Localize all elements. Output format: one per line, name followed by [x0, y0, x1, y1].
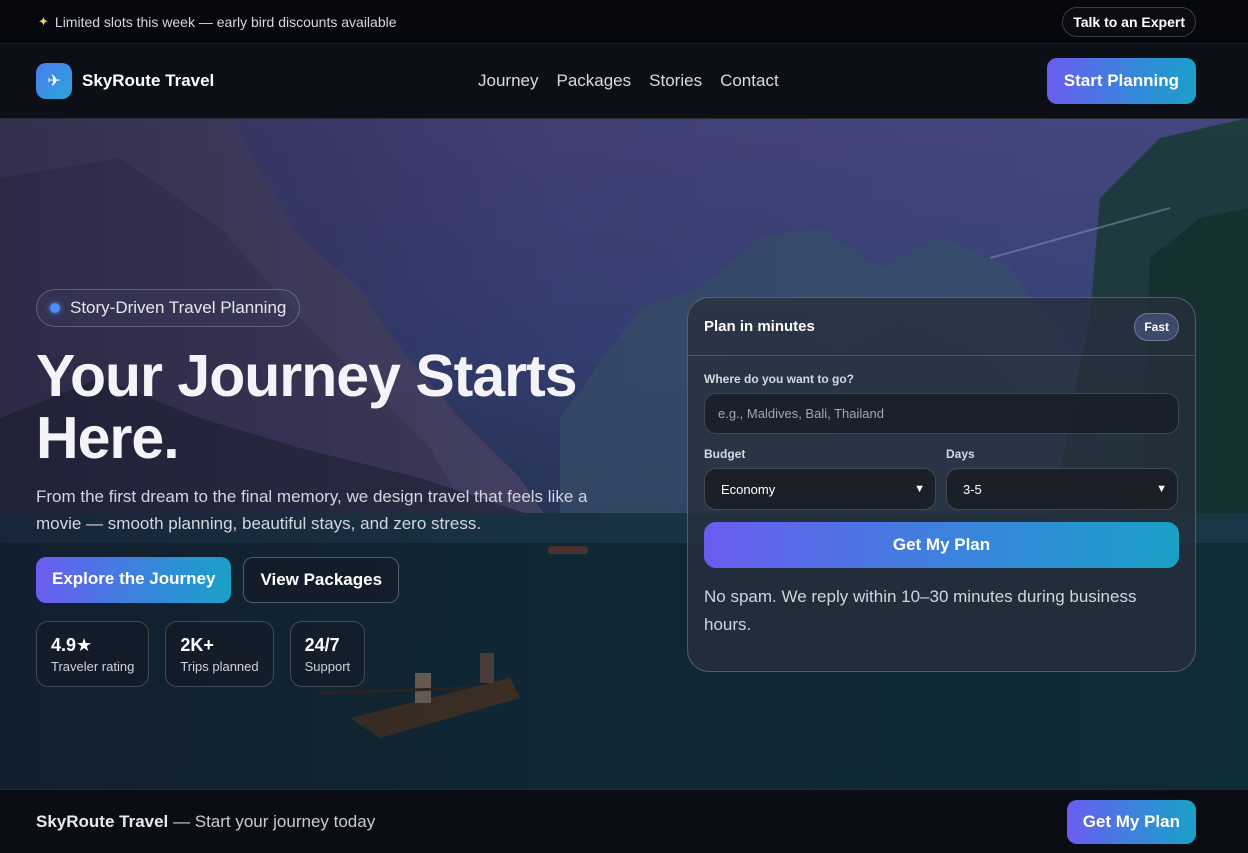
talk-to-expert-button[interactable]: Talk to an Expert [1062, 6, 1196, 37]
destination-input[interactable] [704, 393, 1179, 434]
get-my-plan-button[interactable]: Get My Plan [704, 522, 1179, 568]
stat-value: 24/7 [304, 635, 340, 655]
plan-card-header: Plan in minutes Fast [688, 298, 1195, 356]
budget-selected-value: Economy [721, 481, 776, 497]
stat-label: Support [304, 659, 351, 674]
hero-tag-text: Story-Driven Travel Planning [70, 298, 287, 317]
hero-headline: Your Journey Starts Here. [36, 343, 578, 471]
chevron-down-icon: ▼ [1156, 483, 1167, 495]
start-planning-button[interactable]: Start Planning [1046, 58, 1196, 104]
days-selected-value: 3-5 [963, 481, 982, 497]
hero-content: Story-Driven Travel Planning Your Journe… [36, 289, 636, 687]
stat-value: 2K+ [180, 635, 214, 655]
chevron-down-icon: ▼ [914, 483, 925, 495]
budget-select[interactable]: Economy ▼ [704, 468, 936, 510]
brand-logo-link[interactable]: ✈ SkyRoute Travel [36, 63, 214, 99]
days-column: Days 3-5 ▼ [946, 447, 1178, 510]
announcement-text: Limited slots this week — early bird dis… [54, 13, 397, 30]
stat-card-support: 24/7 Support [289, 621, 366, 687]
announcement-message: ✦ Limited slots this week — early bird d… [38, 14, 397, 30]
stat-value: 4.9★ [51, 635, 93, 655]
nav-link-contact[interactable]: Contact [720, 71, 779, 91]
airplane-icon: ✈ [36, 63, 72, 99]
hero-stats: 4.9★ Traveler rating 2K+ Trips planned 2… [36, 621, 636, 687]
nav-link-packages[interactable]: Packages [556, 71, 631, 91]
main-navigation: ✈ SkyRoute Travel Journey Packages Stori… [0, 44, 1248, 119]
stat-card-rating: 4.9★ Traveler rating [36, 621, 150, 687]
brand-name: SkyRoute Travel [82, 71, 215, 90]
hero-cta-row: Explore the Journey View Packages [36, 557, 636, 603]
nav-link-stories[interactable]: Stories [649, 71, 702, 91]
bottom-bar-text: SkyRoute Travel — Start your journey tod… [36, 812, 375, 832]
budget-column: Budget Economy ▼ [704, 447, 936, 510]
bottom-bar-tagline: — Start your journey today [168, 811, 376, 831]
bottom-get-my-plan-button[interactable]: Get My Plan [1066, 799, 1196, 844]
bottom-bar-brand: SkyRoute Travel [36, 811, 169, 831]
bottom-sticky-bar: SkyRoute Travel — Start your journey tod… [0, 789, 1248, 853]
sparkle-icon: ✦ [38, 13, 49, 29]
announcement-bar: ✦ Limited slots this week — early bird d… [0, 0, 1248, 44]
stat-card-trips: 2K+ Trips planned [165, 621, 274, 687]
explore-journey-button[interactable]: Explore the Journey [36, 557, 232, 603]
nav-links: Journey Packages Stories Contact [478, 71, 779, 91]
budget-label: Budget [704, 447, 746, 461]
hero-tag-pill: Story-Driven Travel Planning [36, 289, 301, 327]
days-label: Days [946, 447, 975, 461]
stat-label: Trips planned [180, 659, 259, 674]
budget-days-row: Budget Economy ▼ Days 3-5 ▼ [704, 447, 1179, 510]
hero-subcopy: From the first dream to the final memory… [36, 487, 588, 533]
plan-card-body: Where do you want to go? Budget Economy … [688, 356, 1195, 639]
destination-label: Where do you want to go? [704, 372, 854, 386]
fast-badge: Fast [1134, 312, 1179, 341]
days-select[interactable]: 3-5 ▼ [946, 468, 1178, 510]
view-packages-button[interactable]: View Packages [243, 557, 400, 603]
plan-card-title: Plan in minutes [704, 318, 815, 335]
plan-form-card: Plan in minutes Fast Where do you want t… [687, 297, 1196, 672]
status-dot-icon [50, 303, 60, 313]
nav-link-journey[interactable]: Journey [478, 71, 538, 91]
form-note: No spam. We reply within 10–30 minutes d… [704, 587, 1137, 634]
stat-label: Traveler rating [51, 659, 135, 674]
